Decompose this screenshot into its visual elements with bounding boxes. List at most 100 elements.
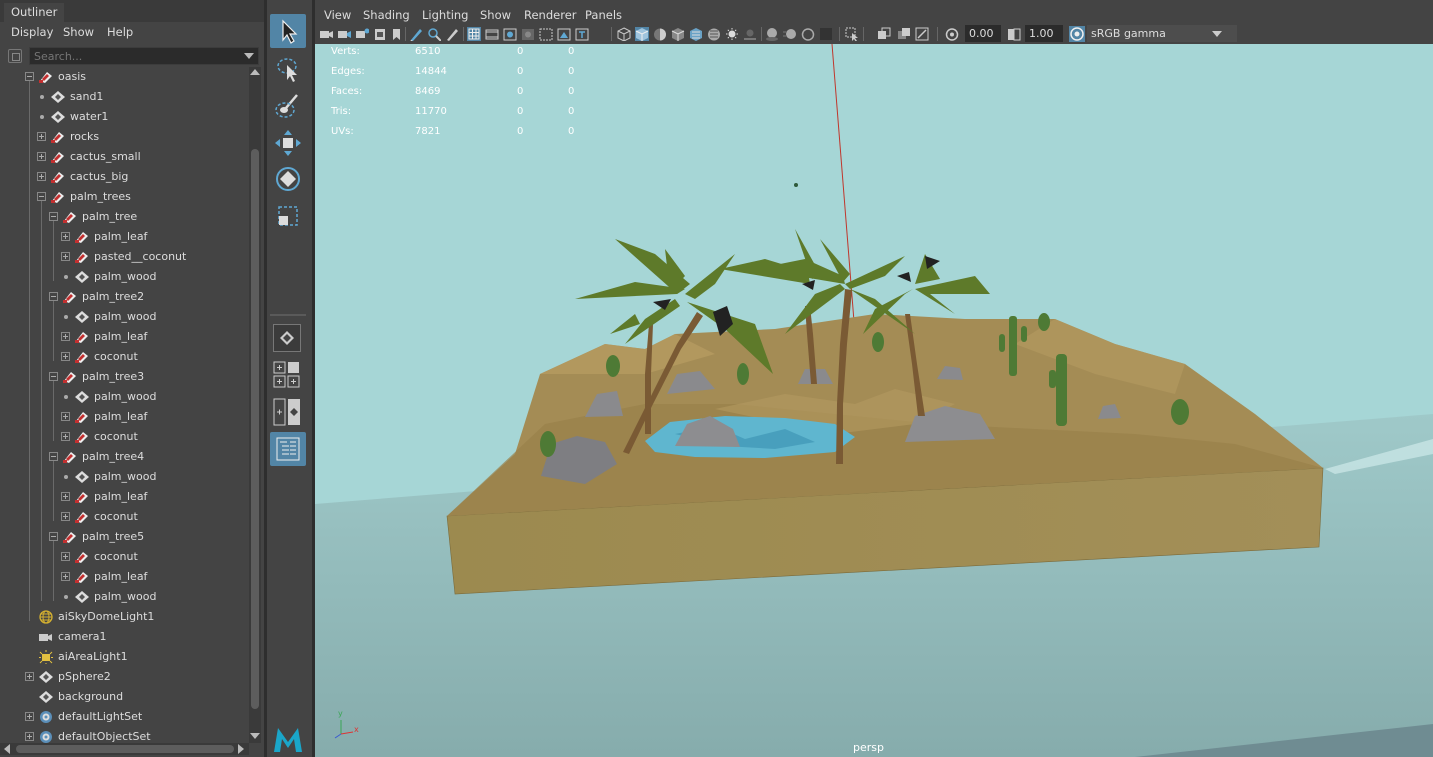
outliner-item[interactable]: palm_leaf: [0, 407, 248, 427]
field-chart-icon[interactable]: [539, 27, 553, 41]
outliner-layout-button[interactable]: [270, 432, 306, 466]
two-view-layout-button[interactable]: [273, 398, 301, 426]
exposure-field[interactable]: 0.00: [965, 25, 1001, 42]
outliner-horizontal-scrollbar[interactable]: [0, 743, 249, 755]
anti-aliasing-icon[interactable]: [801, 27, 815, 41]
gamma-icon[interactable]: [1007, 27, 1021, 41]
gamma-field[interactable]: 1.00: [1025, 25, 1063, 42]
depth-of-field-icon[interactable]: [819, 27, 833, 41]
color-management-icon[interactable]: [1069, 26, 1085, 42]
outliner-item[interactable]: palm_wood: [0, 307, 248, 327]
outliner-item[interactable]: palm_leaf: [0, 487, 248, 507]
collapse-icon[interactable]: [49, 372, 58, 381]
outliner-item[interactable]: coconut: [0, 347, 248, 367]
single-view-layout-button[interactable]: [273, 324, 301, 352]
expand-icon[interactable]: [61, 252, 70, 261]
expand-icon[interactable]: [25, 672, 34, 681]
outliner-vertical-scrollbar[interactable]: [249, 67, 261, 743]
lasso-tool-button[interactable]: [270, 52, 306, 86]
camera-attributes-icon[interactable]: [337, 27, 351, 41]
filter-icon[interactable]: [8, 49, 22, 63]
menu-panels[interactable]: Panels: [585, 8, 622, 22]
tab-outliner[interactable]: Outliner: [4, 3, 65, 22]
lights-icon[interactable]: [725, 27, 739, 41]
expand-icon[interactable]: [61, 432, 70, 441]
expand-icon[interactable]: [37, 172, 46, 181]
select-tool-button[interactable]: [270, 14, 306, 48]
grease-pencil-icon[interactable]: [409, 27, 423, 41]
outliner-item[interactable]: pSphere2: [0, 667, 248, 687]
outliner-item[interactable]: cactus_big: [0, 167, 248, 187]
outliner-item[interactable]: water1: [0, 107, 248, 127]
smooth-shade-icon[interactable]: [635, 27, 649, 41]
scroll-left-arrow-icon[interactable]: [4, 744, 10, 754]
menu-view[interactable]: View: [324, 8, 351, 22]
scrollbar-thumb[interactable]: [251, 149, 259, 709]
motion-blur-icon[interactable]: [783, 27, 797, 41]
collapse-icon[interactable]: [49, 212, 58, 221]
viewport-3d[interactable]: y x Verts: 6510 0 0 Edges: 14844 0 0 Faces: 8469 0…: [315, 44, 1433, 757]
collapse-icon[interactable]: [25, 72, 34, 81]
expand-icon[interactable]: [61, 512, 70, 521]
2d-pan-zoom-icon[interactable]: [427, 27, 441, 41]
outliner-item[interactable]: palm_tree5: [0, 527, 248, 547]
outliner-item[interactable]: palm_trees: [0, 187, 248, 207]
screen-space-ao-icon[interactable]: [765, 27, 779, 41]
outliner-item[interactable]: aiAreaLight1: [0, 647, 248, 667]
outliner-item[interactable]: palm_tree: [0, 207, 248, 227]
outliner-item[interactable]: palm_leaf: [0, 567, 248, 587]
grid-icon[interactable]: [467, 27, 481, 41]
expand-icon[interactable]: [61, 352, 70, 361]
outliner-item[interactable]: palm_leaf: [0, 327, 248, 347]
collapse-icon[interactable]: [49, 452, 58, 461]
exposure-icon[interactable]: [945, 27, 959, 41]
outliner-item[interactable]: coconut: [0, 547, 248, 567]
outliner-item[interactable]: palm_wood: [0, 587, 248, 607]
select-camera-icon[interactable]: [319, 27, 333, 41]
xray-active-components-icon[interactable]: [897, 27, 911, 41]
expand-icon[interactable]: [61, 412, 70, 421]
outliner-item[interactable]: aiSkyDomeLight1: [0, 607, 248, 627]
xray-joints-icon[interactable]: [915, 27, 929, 41]
paint-select-tool-button[interactable]: [270, 89, 306, 123]
collapse-icon[interactable]: [49, 532, 58, 541]
gate-mask-icon[interactable]: [521, 27, 535, 41]
outliner-item[interactable]: coconut: [0, 507, 248, 527]
scrollbar-thumb[interactable]: [16, 745, 234, 753]
shadows-icon[interactable]: [743, 27, 757, 41]
safe-title-icon[interactable]: [575, 27, 589, 41]
outliner-item[interactable]: cactus_small: [0, 147, 248, 167]
outliner-item[interactable]: sand1: [0, 87, 248, 107]
outliner-item[interactable]: background: [0, 687, 248, 707]
menu-show[interactable]: Show: [480, 8, 511, 22]
outliner-item[interactable]: palm_wood: [0, 467, 248, 487]
scroll-down-arrow-icon[interactable]: [250, 733, 260, 739]
bookmark-flag-icon[interactable]: [389, 27, 403, 41]
four-view-layout-button[interactable]: [273, 361, 301, 389]
outliner-item[interactable]: palm_tree2: [0, 287, 248, 307]
outliner-item[interactable]: rocks: [0, 127, 248, 147]
outliner-item[interactable]: palm_leaf: [0, 227, 248, 247]
outliner-item[interactable]: oasis: [0, 67, 248, 87]
collapse-icon[interactable]: [37, 192, 46, 201]
outliner-item[interactable]: palm_tree3: [0, 367, 248, 387]
menu-lighting[interactable]: Lighting: [422, 8, 468, 22]
resolution-gate-icon[interactable]: [503, 27, 517, 41]
wireframe-icon[interactable]: [617, 27, 631, 41]
use-all-lights-icon[interactable]: [707, 27, 721, 41]
move-tool-button[interactable]: [270, 126, 306, 160]
grease-pencil-2-icon[interactable]: [445, 27, 459, 41]
menu-renderer[interactable]: Renderer: [524, 8, 577, 22]
outliner-item[interactable]: coconut: [0, 427, 248, 447]
expand-icon[interactable]: [61, 492, 70, 501]
expand-icon[interactable]: [37, 132, 46, 141]
menu-help[interactable]: Help: [107, 25, 133, 39]
expand-icon[interactable]: [61, 552, 70, 561]
expand-icon[interactable]: [25, 732, 34, 741]
expand-icon[interactable]: [61, 572, 70, 581]
scale-tool-button[interactable]: [270, 199, 306, 233]
image-plane-icon[interactable]: [373, 27, 387, 41]
expand-icon[interactable]: [61, 232, 70, 241]
film-gate-icon[interactable]: [485, 27, 499, 41]
outliner-item[interactable]: palm_wood: [0, 387, 248, 407]
